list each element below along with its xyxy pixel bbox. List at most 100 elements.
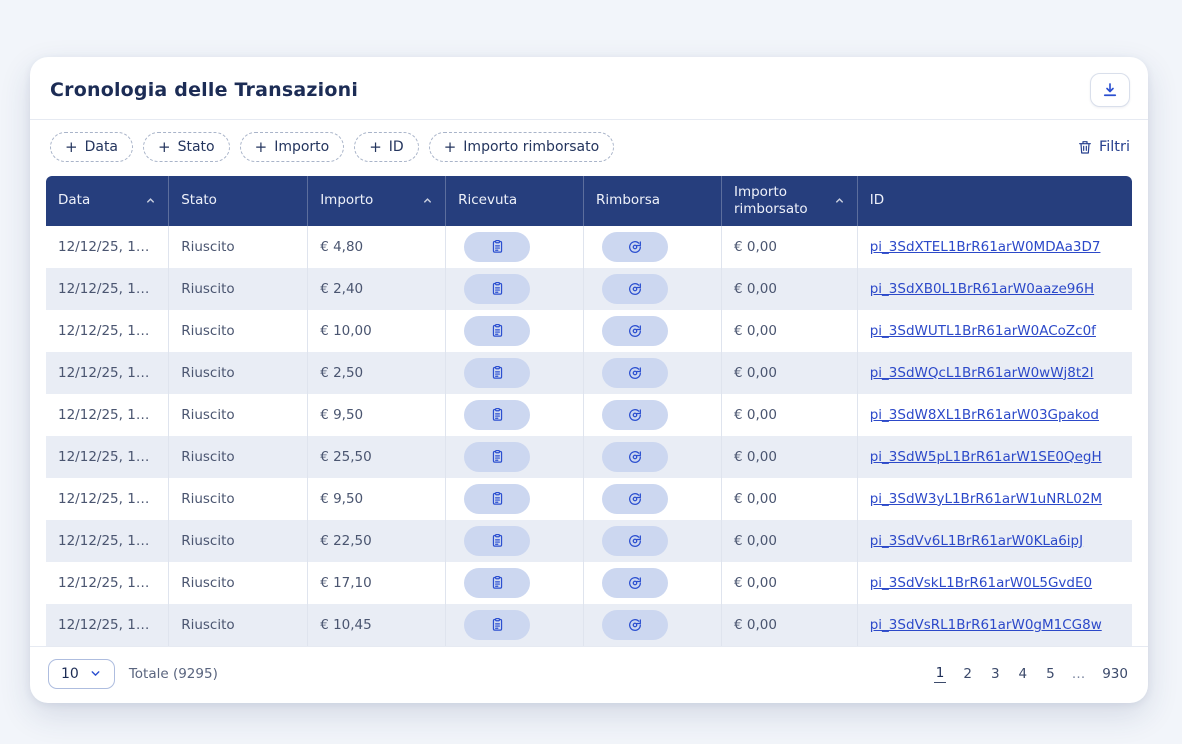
refund-button[interactable]	[602, 609, 669, 640]
cell-amount: € 10,45	[307, 603, 447, 646]
cell-id: pi_3SdWQcL1BrR61arW0wWj8t2l	[857, 352, 1132, 394]
cell-date: 12/12/25, 13:55	[46, 603, 170, 646]
cell-status: Riuscito	[168, 267, 309, 310]
transactions-table: Data Stato Importo Ricevuta Rimborsa Imp…	[46, 176, 1132, 646]
transaction-id-link[interactable]: pi_3SdVsRL1BrR61arW0gM1CG8w	[870, 617, 1102, 633]
download-icon	[1101, 81, 1119, 99]
refund-button[interactable]	[602, 441, 669, 472]
cell-id: pi_3SdVv6L1BrR61arW0KLa6ipJ	[857, 520, 1132, 562]
transaction-id-link[interactable]: pi_3SdXB0L1BrR61arW0aaze96H	[870, 281, 1094, 297]
cell-id: pi_3SdXB0L1BrR61arW0aaze96H	[857, 268, 1132, 310]
table-row: 12/12/25, 14:11 Riuscito € 9,50 € 0,00 p…	[46, 393, 1132, 436]
plus-icon: +	[369, 138, 382, 156]
transaction-id-link[interactable]: pi_3SdWUTL1BrR61arW0ACoZc0f	[870, 323, 1096, 339]
cell-receipt	[445, 561, 585, 604]
cell-refunded-amount: € 0,00	[721, 435, 858, 478]
cell-status: Riuscito	[168, 561, 309, 604]
table-row: 12/12/25, 14:07 Riuscito € 9,50 € 0,00 p…	[46, 477, 1132, 520]
transaction-id-link[interactable]: pi_3SdVv6L1BrR61arW0KLa6ipJ	[870, 533, 1083, 549]
cell-id: pi_3SdW5pL1BrR61arW1SE0QegH	[857, 436, 1132, 478]
download-button[interactable]	[1090, 73, 1130, 107]
filter-chip-importo-rimborsato[interactable]: + Importo rimborsato	[428, 132, 615, 162]
receipt-icon	[490, 323, 505, 338]
refund-button[interactable]	[602, 483, 669, 514]
column-header-importo-rimborsato[interactable]: Importo rimborsato	[721, 176, 858, 226]
filter-chip-label: Data	[84, 139, 119, 155]
page-number-2[interactable]: 2	[961, 665, 974, 683]
transaction-id-link[interactable]: pi_3SdW3yL1BrR61arW1uNRL02M	[870, 491, 1102, 507]
cell-receipt	[445, 435, 585, 478]
receipt-button[interactable]	[464, 441, 531, 472]
cell-refund	[583, 225, 722, 268]
transaction-id-link[interactable]: pi_3SdW5pL1BrR61arW1SE0QegH	[870, 449, 1102, 465]
filter-chip-data[interactable]: + Data	[50, 132, 134, 162]
refund-button[interactable]	[602, 273, 669, 304]
refund-icon	[627, 323, 643, 339]
cell-amount: € 22,50	[307, 519, 447, 562]
cell-id: pi_3SdW3yL1BrR61arW1uNRL02M	[857, 478, 1132, 520]
cell-receipt	[445, 393, 585, 436]
cell-refund	[583, 477, 722, 520]
page-number-3[interactable]: 3	[989, 665, 1002, 683]
cell-date: 12/12/25, 13:55	[46, 561, 170, 604]
receipt-button[interactable]	[464, 273, 531, 304]
refund-button[interactable]	[602, 399, 669, 430]
refund-button[interactable]	[602, 525, 669, 556]
cell-date: 12/12/25, 14:07	[46, 477, 170, 520]
receipt-button[interactable]	[464, 525, 531, 556]
column-header-ricevuta: Ricevuta	[445, 176, 585, 226]
refund-icon	[627, 617, 643, 633]
clear-filters-button[interactable]: Filtri	[1077, 139, 1130, 155]
cell-receipt	[445, 477, 585, 520]
receipt-icon	[490, 533, 505, 548]
page-number-1[interactable]: 1	[933, 664, 947, 684]
table-header-row: Data Stato Importo Ricevuta Rimborsa Imp…	[46, 176, 1132, 226]
page-number-last[interactable]: 930	[1100, 665, 1130, 683]
table-row: 12/12/25, 13:58 Riuscito € 22,50 € 0,00 …	[46, 519, 1132, 562]
refund-button[interactable]	[602, 315, 669, 346]
table-row: 12/12/25, 14:30 Riuscito € 2,50 € 0,00 p…	[46, 351, 1132, 394]
filter-chip-importo[interactable]: + Importo	[239, 132, 345, 162]
receipt-button[interactable]	[464, 231, 531, 262]
receipt-icon	[490, 575, 505, 590]
refund-button[interactable]	[602, 231, 669, 262]
receipt-button[interactable]	[464, 399, 531, 430]
transactions-card: Cronologia delle Transazioni + Data + St…	[30, 57, 1148, 703]
plus-icon: +	[254, 138, 268, 156]
table-row: 12/12/25, 13:55 Riuscito € 10,45 € 0,00 …	[46, 603, 1132, 646]
transaction-id-link[interactable]: pi_3SdXTEL1BrR61arW0MDAa3D7	[870, 239, 1101, 255]
cell-amount: € 10,00	[307, 309, 447, 352]
table-row: 12/12/25, 13:55 Riuscito € 17,10 € 0,00 …	[46, 561, 1132, 604]
receipt-button[interactable]	[464, 357, 531, 388]
column-header-data[interactable]: Data	[46, 176, 170, 226]
filter-chip-stato[interactable]: + Stato	[143, 132, 230, 162]
filter-chip-label: Importo	[274, 139, 330, 155]
receipt-icon	[490, 239, 505, 254]
sort-caret-icon	[145, 195, 156, 206]
cell-date: 12/12/25, 14:11	[46, 393, 170, 436]
receipt-button[interactable]	[464, 315, 531, 346]
receipt-button[interactable]	[464, 483, 531, 514]
receipt-button[interactable]	[464, 567, 531, 598]
refund-button[interactable]	[602, 357, 669, 388]
sort-caret-icon	[834, 195, 845, 206]
cell-status: Riuscito	[168, 393, 309, 436]
cell-refund	[583, 393, 722, 436]
transaction-id-link[interactable]: pi_3SdW8XL1BrR61arW03Gpakod	[870, 407, 1099, 423]
receipt-button[interactable]	[464, 609, 531, 640]
refund-icon	[627, 281, 643, 297]
total-label: Totale (9295)	[128, 665, 218, 682]
cell-receipt	[445, 267, 585, 310]
card-header: Cronologia delle Transazioni	[30, 57, 1148, 120]
transaction-id-link[interactable]: pi_3SdVskL1BrR61arW0L5GvdE0	[870, 575, 1092, 591]
refund-icon	[627, 449, 643, 465]
page-size-select[interactable]: 10	[48, 658, 115, 689]
page-number-4[interactable]: 4	[1017, 665, 1030, 683]
filter-chip-id[interactable]: + ID	[354, 132, 419, 162]
cell-receipt	[445, 351, 585, 394]
table-row: 12/12/25, 15:37 Riuscito € 4,80 € 0,00 p…	[46, 225, 1132, 268]
column-header-importo[interactable]: Importo	[307, 176, 447, 226]
refund-button[interactable]	[602, 567, 669, 598]
transaction-id-link[interactable]: pi_3SdWQcL1BrR61arW0wWj8t2l	[870, 365, 1094, 381]
page-number-5[interactable]: 5	[1044, 665, 1057, 683]
